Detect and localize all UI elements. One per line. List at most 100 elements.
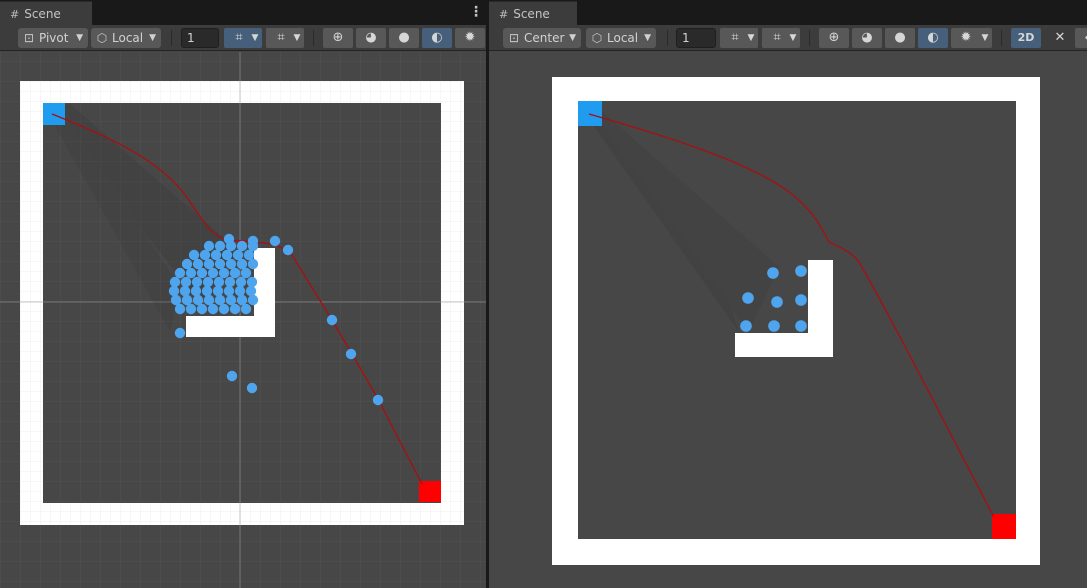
pivot-dropdown[interactable]: ⊡ Pivot ▼ — [18, 28, 88, 48]
bug-icon[interactable]: ✹ — [951, 28, 981, 48]
agent-circle[interactable] — [345, 348, 357, 360]
agent-circle[interactable] — [247, 258, 259, 270]
snap-increment-field[interactable]: 1 — [181, 28, 219, 48]
local-dropdown[interactable]: ⬡ Local ▼ — [586, 28, 656, 48]
lighting-icon[interactable]: ◐ — [422, 28, 452, 48]
agent-circle[interactable] — [214, 258, 226, 270]
agent-circle[interactable] — [181, 258, 193, 270]
snap-increment-field[interactable]: 1 — [676, 28, 716, 48]
agent-circle[interactable] — [226, 370, 238, 382]
agent-circle[interactable] — [185, 267, 197, 279]
agent-circle[interactable] — [771, 296, 783, 308]
agent-circle[interactable] — [196, 267, 208, 279]
agent-circle[interactable] — [236, 240, 248, 252]
scene-tab[interactable]: # Scene — [489, 1, 577, 25]
agent-circle[interactable] — [224, 276, 236, 288]
agent-circle[interactable] — [170, 294, 182, 306]
agent-circle[interactable] — [218, 303, 230, 315]
globe-wireframe-icon[interactable]: ⊕ — [819, 28, 849, 48]
chevron-down-icon[interactable]: ▼ — [290, 28, 304, 48]
agent-circle[interactable] — [174, 327, 186, 339]
shaded-sphere-icon[interactable]: ● — [389, 28, 419, 48]
agent-circle[interactable] — [240, 267, 252, 279]
goal-marker[interactable] — [992, 514, 1016, 539]
agent-circle[interactable] — [201, 285, 213, 297]
agent-circle[interactable] — [190, 285, 202, 297]
bug-icon[interactable]: ✹ — [455, 28, 485, 48]
agent-circle[interactable] — [372, 394, 384, 406]
shaded-wireframe-icon[interactable]: ◕ — [356, 28, 386, 48]
agent-circle[interactable] — [229, 267, 241, 279]
shaded-wireframe-icon[interactable]: ◕ — [852, 28, 882, 48]
agent-circle[interactable] — [234, 285, 246, 297]
lighting-icon[interactable]: ◐ — [918, 28, 948, 48]
scene-tab[interactable]: # Scene — [0, 1, 92, 25]
agent-circle[interactable] — [269, 235, 281, 247]
agent-circle[interactable] — [218, 267, 230, 279]
agent-circle[interactable] — [174, 267, 186, 279]
agent-circle[interactable] — [212, 285, 224, 297]
agent-circle[interactable] — [795, 294, 807, 306]
agent-circle[interactable] — [169, 276, 181, 288]
tab-menu-button[interactable]: ⋮ — [469, 4, 483, 20]
chevron-down-icon[interactable]: ▼ — [786, 28, 800, 48]
agent-circle[interactable] — [326, 314, 338, 326]
agent-circle[interactable] — [185, 303, 197, 315]
agent-circle[interactable] — [174, 303, 186, 315]
agent-circle[interactable] — [232, 249, 244, 261]
agent-circle[interactable] — [223, 233, 235, 245]
agent-circle[interactable] — [768, 320, 780, 332]
agent-circle[interactable] — [282, 244, 294, 256]
chevron-down-icon[interactable]: ▼ — [978, 28, 992, 48]
agent-circle[interactable] — [202, 276, 214, 288]
agent-circle[interactable] — [192, 294, 204, 306]
agent-circle[interactable] — [203, 240, 215, 252]
agent-circle[interactable] — [214, 240, 226, 252]
agent-circle[interactable] — [740, 320, 752, 332]
chevron-down-icon[interactable]: ▼ — [248, 28, 262, 48]
agent-circle[interactable] — [236, 258, 248, 270]
agent-circle[interactable] — [207, 303, 219, 315]
agent-circle[interactable] — [223, 285, 235, 297]
agent-circle[interactable] — [199, 249, 211, 261]
agent-circle[interactable] — [181, 294, 193, 306]
agent-circle[interactable] — [196, 303, 208, 315]
agent-circle[interactable] — [203, 258, 215, 270]
agent-circle[interactable] — [221, 249, 233, 261]
agent-circle[interactable] — [240, 303, 252, 315]
audio-mute-icon[interactable]: ✕ — [1045, 28, 1075, 48]
goal-marker[interactable] — [419, 481, 441, 502]
agent-circle[interactable] — [225, 258, 237, 270]
start-marker[interactable] — [578, 101, 602, 126]
agent-circle[interactable] — [179, 285, 191, 297]
agent-circle[interactable] — [795, 265, 807, 277]
scene-viewport-left[interactable] — [0, 52, 486, 588]
agent-circle[interactable] — [235, 276, 247, 288]
mode-2d-button[interactable]: 2D — [1011, 28, 1041, 48]
globe-wireframe-icon[interactable]: ⊕ — [323, 28, 353, 48]
agent-circle[interactable] — [742, 292, 754, 304]
agent-circle[interactable] — [767, 267, 779, 279]
agent-circle[interactable] — [246, 382, 258, 394]
agent-circle[interactable] — [188, 249, 200, 261]
agent-circle[interactable] — [210, 249, 222, 261]
agent-circle[interactable] — [229, 303, 241, 315]
agent-circle[interactable] — [225, 294, 237, 306]
agent-circle[interactable] — [168, 285, 180, 297]
agent-circle[interactable] — [243, 249, 255, 261]
local-dropdown[interactable]: ⬡ Local ▼ — [91, 28, 161, 48]
scene-viewport-right[interactable] — [489, 52, 1087, 588]
pivot-dropdown[interactable]: ⊡ Center ▼ — [503, 28, 581, 48]
agent-circle[interactable] — [203, 294, 215, 306]
start-marker[interactable] — [43, 103, 65, 125]
agent-circle[interactable] — [213, 276, 225, 288]
effects-icon[interactable]: ◆ — [1075, 28, 1087, 48]
agent-circle[interactable] — [236, 294, 248, 306]
shaded-sphere-icon[interactable]: ● — [885, 28, 915, 48]
agent-circle[interactable] — [795, 320, 807, 332]
agent-circle[interactable] — [207, 267, 219, 279]
agent-circle[interactable] — [192, 258, 204, 270]
agent-circle[interactable] — [247, 235, 259, 247]
agent-circle[interactable] — [246, 276, 258, 288]
agent-circle[interactable] — [191, 276, 203, 288]
